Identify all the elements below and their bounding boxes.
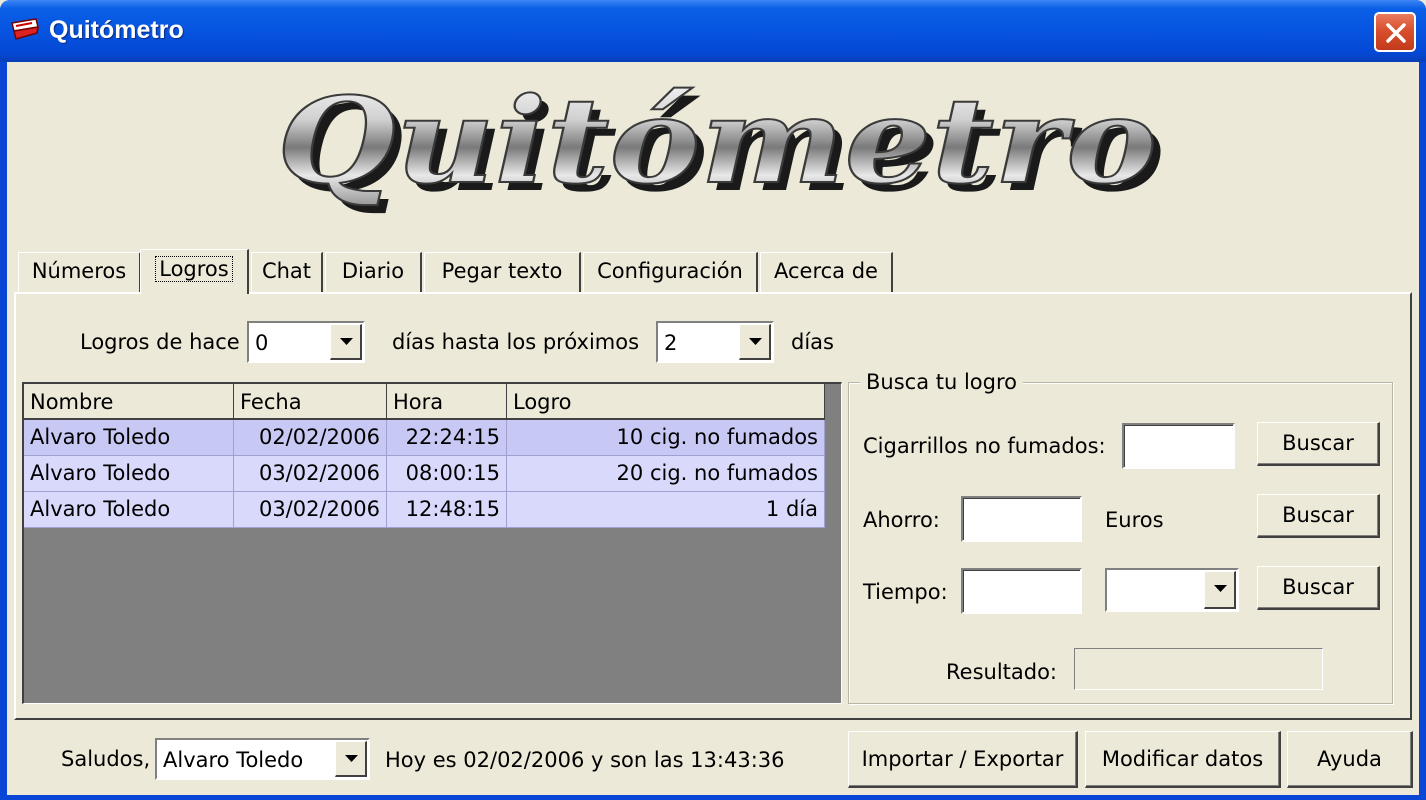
logros-from-label: Logros de hace: [80, 330, 240, 354]
table-cell[interactable]: 12:48:15: [387, 492, 507, 528]
table-cell[interactable]: Alvaro Toledo: [24, 456, 234, 492]
application-window: Quitómetro Quitómetro Quitómetro Números: [0, 0, 1426, 800]
tab-label: Logros: [155, 256, 233, 282]
column-header[interactable]: Nombre: [24, 384, 234, 420]
title-bar[interactable]: Quitómetro: [0, 0, 1426, 62]
column-header[interactable]: Hora: [387, 384, 507, 420]
cigarettes-input[interactable]: [1122, 423, 1235, 469]
table-cell[interactable]: 1 día: [507, 492, 825, 528]
column-header[interactable]: Fecha: [234, 384, 387, 420]
dropdown-button[interactable]: [1204, 571, 1236, 609]
logros-grid[interactable]: Nombre Fecha Hora Logro Alvaro Toledo 02…: [22, 382, 842, 704]
table-cell[interactable]: 20 cig. no fumados: [507, 456, 825, 492]
savings-unit-label: Euros: [1105, 508, 1164, 532]
result-field: [1074, 648, 1323, 690]
close-icon: [1386, 23, 1406, 43]
chevron-down-icon: [749, 338, 762, 345]
button-label: Buscar: [1282, 575, 1354, 599]
button-label: Ayuda: [1317, 747, 1382, 771]
tab-label: Acerca de: [774, 259, 878, 283]
dropdown-button[interactable]: [330, 324, 362, 360]
table-cell[interactable]: 08:00:15: [387, 456, 507, 492]
tab-acerca-de[interactable]: Acerca de: [760, 252, 893, 292]
search-savings-button[interactable]: Buscar: [1257, 494, 1380, 538]
result-label: Resultado:: [946, 660, 1058, 684]
time-input[interactable]: [961, 568, 1082, 614]
to-days-select[interactable]: 2: [656, 321, 774, 363]
savings-input[interactable]: [961, 496, 1082, 542]
time-label: Tiempo:: [863, 580, 948, 604]
chevron-down-icon: [345, 755, 358, 762]
user-select[interactable]: Alvaro Toledo: [155, 738, 370, 780]
button-label: Buscar: [1282, 503, 1354, 527]
table-cell[interactable]: 02/02/2006: [234, 420, 387, 456]
tab-label: Números: [31, 259, 127, 283]
help-button[interactable]: Ayuda: [1287, 731, 1413, 788]
close-button[interactable]: [1374, 12, 1416, 52]
time-unit-select[interactable]: [1105, 568, 1239, 612]
cigarettes-label: Cigarrillos no fumados:: [863, 434, 1106, 458]
button-label: Buscar: [1282, 431, 1354, 455]
button-label: Importar / Exportar: [861, 747, 1064, 771]
chevron-down-icon: [1214, 585, 1227, 592]
table-cell[interactable]: 03/02/2006: [234, 492, 387, 528]
tab-diario[interactable]: Diario: [325, 252, 422, 292]
user-value: Alvaro Toledo: [163, 748, 304, 772]
tab-label: Pegar texto: [441, 259, 563, 283]
app-icon: [11, 18, 39, 40]
import-export-button[interactable]: Importar / Exportar: [848, 731, 1078, 788]
modify-data-button[interactable]: Modificar datos: [1085, 731, 1281, 788]
logros-suffix-label: días: [791, 330, 834, 354]
table-cell[interactable]: Alvaro Toledo: [24, 492, 234, 528]
table-cell[interactable]: Alvaro Toledo: [24, 420, 234, 456]
search-cigarettes-button[interactable]: Buscar: [1257, 422, 1380, 466]
table-cell[interactable]: 10 cig. no fumados: [507, 420, 825, 456]
status-text: Hoy es 02/02/2006 y son las 13:43:36: [385, 748, 785, 772]
tab-chat[interactable]: Chat: [251, 252, 323, 292]
dropdown-button[interactable]: [739, 324, 771, 360]
app-logo: Quitómetro Quitómetro: [276, 70, 1165, 218]
tab-label: Chat: [261, 259, 312, 283]
button-label: Modificar datos: [1101, 747, 1264, 771]
column-header[interactable]: Logro: [507, 384, 825, 420]
tab-label: Diario: [341, 259, 405, 283]
tab-label: Configuración: [597, 259, 743, 283]
tab-numeros[interactable]: Números: [18, 252, 141, 292]
chevron-down-icon: [340, 338, 353, 345]
search-group-title: Busca tu logro: [860, 370, 1023, 394]
dropdown-button[interactable]: [335, 741, 367, 777]
search-time-button[interactable]: Buscar: [1257, 566, 1380, 610]
logros-middle-label: días hasta los próximos: [392, 330, 640, 354]
window-title: Quitómetro: [49, 16, 184, 44]
to-days-value: 2: [664, 331, 678, 355]
tab-logros[interactable]: Logros: [140, 249, 249, 294]
from-days-select[interactable]: 0: [247, 321, 365, 363]
client-area: Quitómetro Quitómetro Números Logros Cha…: [7, 62, 1419, 795]
tab-pegar-texto[interactable]: Pegar texto: [424, 252, 581, 292]
greeting-label: Saludos,: [61, 747, 151, 771]
logo-text: Quitómetro: [277, 71, 1157, 210]
table-cell[interactable]: 03/02/2006: [234, 456, 387, 492]
table-cell[interactable]: 22:24:15: [387, 420, 507, 456]
savings-label: Ahorro:: [863, 508, 940, 532]
tab-configuracion[interactable]: Configuración: [583, 252, 758, 292]
from-days-value: 0: [255, 331, 269, 355]
